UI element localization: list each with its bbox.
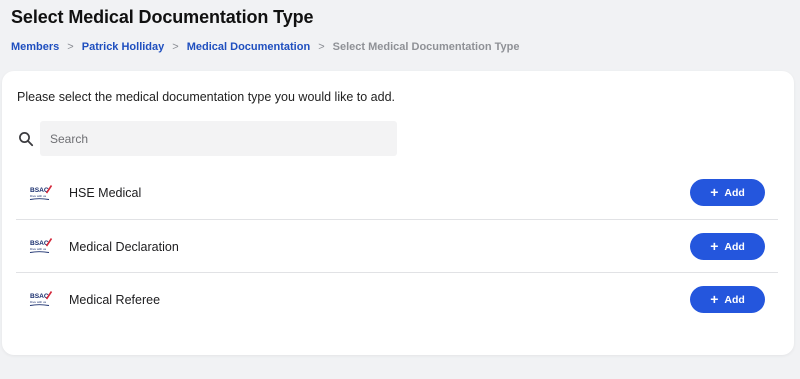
add-medical-declaration-button[interactable]: + Add (690, 233, 765, 260)
bsac-logo: BSAC Dive with us (29, 237, 53, 255)
logo-tagline: Dive with us (30, 194, 47, 198)
plus-icon: + (710, 238, 719, 254)
add-button-label: Add (724, 186, 745, 199)
documentation-type-label: Medical Declaration (69, 239, 179, 254)
plus-icon: + (710, 184, 719, 200)
list-item: BSAC Dive with us Medical Declaration + … (16, 220, 778, 273)
bsac-logo: BSAC Dive with us (29, 290, 53, 308)
logo-text: BSAC (30, 187, 49, 194)
add-button-label: Add (724, 240, 745, 253)
list-item: BSAC Dive with us Medical Referee + Add (16, 273, 778, 326)
breadcrumb-medical-documentation-link[interactable]: Medical Documentation (187, 41, 310, 53)
instruction-text: Please select the medical documentation … (17, 90, 396, 104)
logo-text: BSAC (30, 240, 49, 247)
breadcrumb-separator: > (67, 41, 74, 53)
logo-text: BSAC (30, 293, 49, 300)
documentation-type-label: Medical Referee (69, 292, 161, 307)
breadcrumb-members-link[interactable]: Members (11, 41, 59, 53)
breadcrumb-current: Select Medical Documentation Type (332, 41, 520, 53)
list-item: BSAC Dive with us HSE Medical + Add (16, 166, 778, 219)
add-medical-referee-button[interactable]: + Add (690, 286, 765, 313)
breadcrumb: Members > Patrick Holliday > Medical Doc… (11, 41, 519, 53)
logo-tagline: Dive with us (30, 300, 47, 304)
page-title: Select Medical Documentation Type (11, 7, 314, 27)
plus-icon: + (710, 291, 719, 307)
add-hse-medical-button[interactable]: + Add (690, 179, 765, 206)
documentation-type-card: Please select the medical documentation … (2, 71, 794, 355)
breadcrumb-member-link[interactable]: Patrick Holliday (82, 41, 165, 53)
breadcrumb-separator: > (318, 41, 325, 53)
search-input[interactable] (40, 121, 397, 156)
logo-tagline: Dive with us (30, 247, 47, 251)
bsac-logo: BSAC Dive with us (29, 184, 53, 202)
documentation-type-label: HSE Medical (69, 185, 142, 200)
search-icon (18, 131, 34, 147)
add-button-label: Add (724, 293, 745, 306)
breadcrumb-separator: > (172, 41, 179, 53)
